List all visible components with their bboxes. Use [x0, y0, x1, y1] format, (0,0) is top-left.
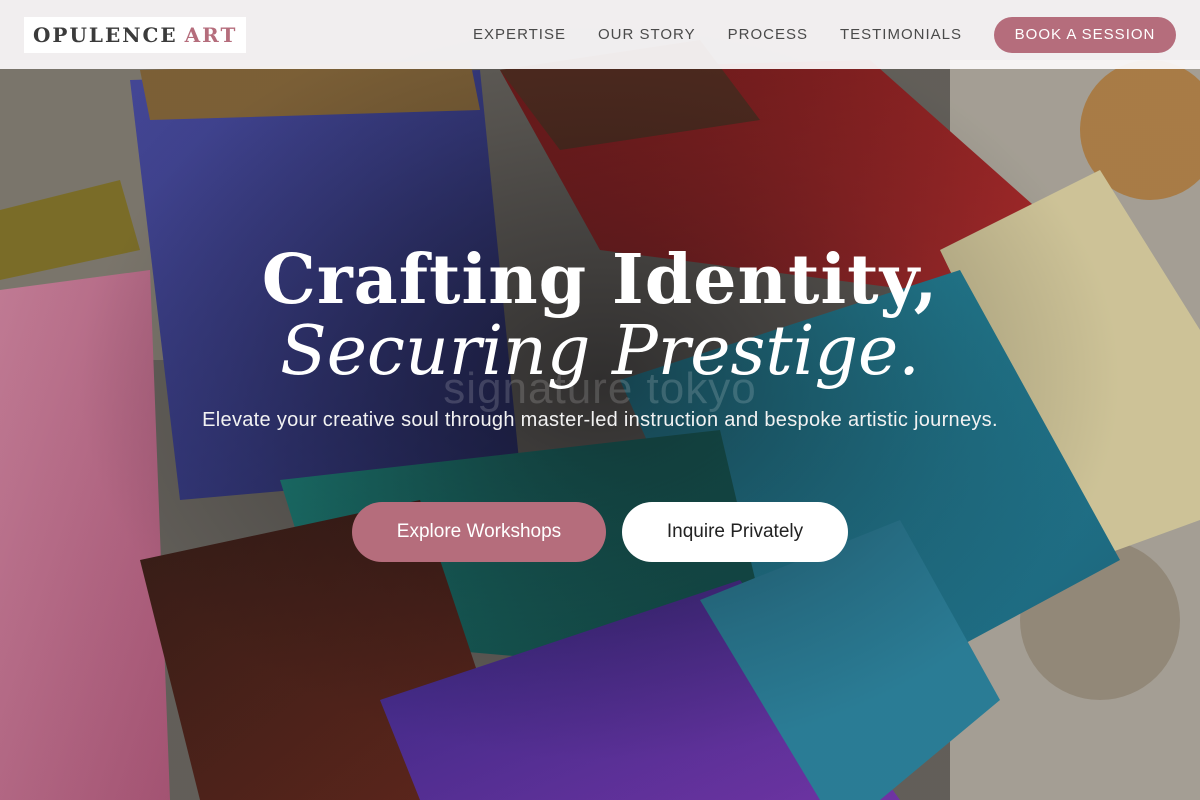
hero-subtitle: Elevate your creative soul through maste… — [202, 409, 998, 431]
explore-workshops-button[interactable]: Explore Workshops — [352, 502, 606, 562]
brand-name-primary: OPULENCE — [33, 22, 178, 47]
hero-cta-group: Explore Workshops Inquire Privately — [0, 502, 1200, 562]
nav-item-our-story[interactable]: OUR STORY — [598, 26, 696, 43]
book-session-button[interactable]: BOOK A SESSION — [994, 16, 1176, 53]
brand-name-accent: ART — [184, 22, 238, 47]
nav-item-process[interactable]: PROCESS — [728, 26, 808, 43]
inquire-privately-button[interactable]: Inquire Privately — [622, 502, 848, 562]
brand-logo[interactable]: OPULENCE ART — [24, 16, 247, 53]
main-nav: EXPERTISE OUR STORY PROCESS TESTIMONIALS… — [473, 16, 1176, 53]
nav-item-testimonials[interactable]: TESTIMONIALS — [840, 26, 962, 43]
nav-item-expertise[interactable]: EXPERTISE — [473, 26, 566, 43]
site-header: OPULENCE ART EXPERTISE OUR STORY PROCESS… — [0, 0, 1200, 69]
